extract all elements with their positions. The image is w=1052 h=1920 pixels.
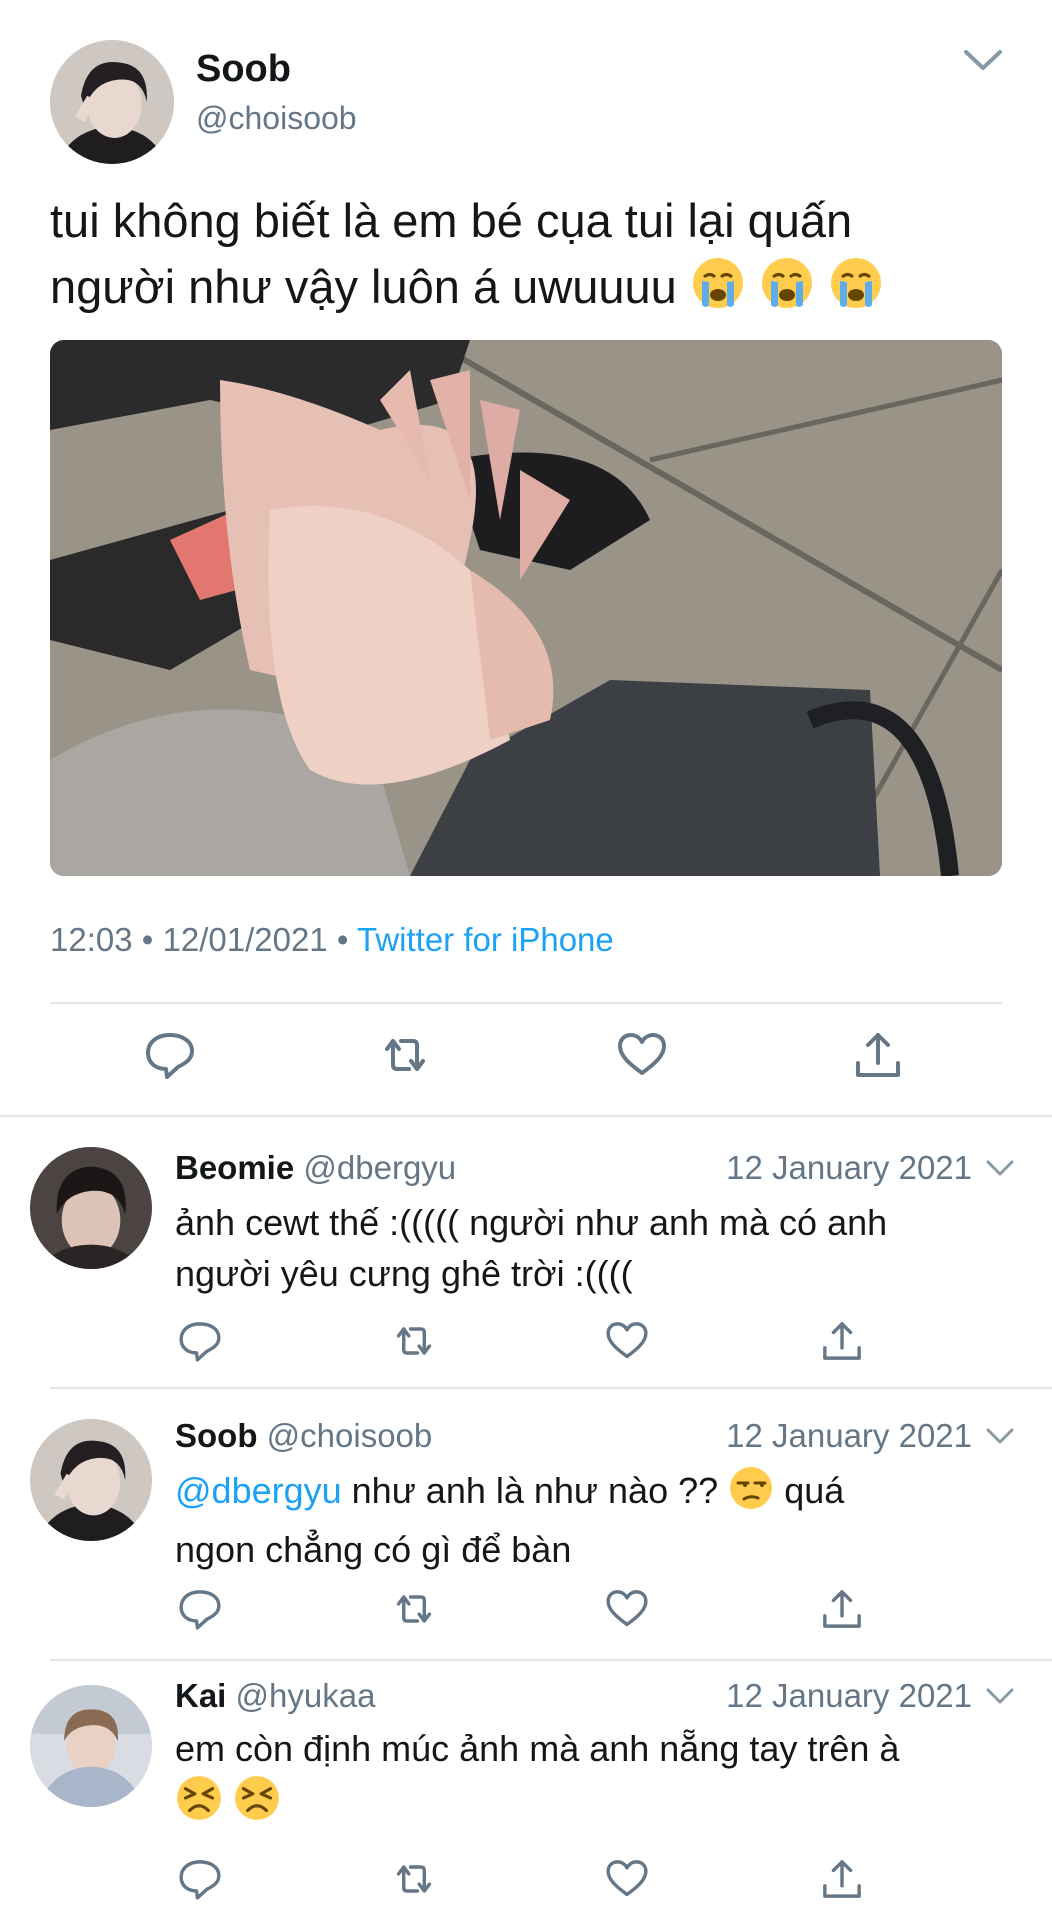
reply-icon[interactable] [176,1317,224,1365]
divider [50,1002,1002,1004]
reply-date: 12 January 2021 [726,1149,972,1186]
mention-link[interactable]: @dbergyu [175,1470,342,1511]
reply-text-line-1: @dbergyu như anh là như nào ?? quá [175,1465,1015,1524]
persevering-face-icon [175,1774,223,1835]
chevron-down-icon[interactable] [958,40,1008,80]
reply-text-line: em còn định múc ảnh mà anh nẵng tay trên… [175,1728,900,1769]
retweet-icon[interactable] [390,1317,438,1365]
loudly-crying-face-icon [690,255,746,328]
reply-icon[interactable] [176,1855,224,1903]
author-avatar[interactable] [50,40,174,164]
reply-author-name: Kai [175,1677,227,1714]
tweet-text-line: tui không biết là em bé cụa tui lại quấn [50,194,853,247]
reply-text-line: quá [784,1470,845,1511]
unamused-face-icon [728,1465,774,1524]
reply-text-line: ngon chẳng có gì để bàn [175,1529,572,1570]
reply-text-line: ảnh cewt thế :((((( người như anh mà có … [175,1202,888,1243]
chevron-down-icon[interactable] [982,1421,1018,1451]
share-icon[interactable] [818,1585,866,1633]
reply-icon[interactable] [142,1027,198,1083]
avatar[interactable] [30,1685,152,1807]
reply-tweet[interactable]: Kai @hyukaa 12 January 2021 em còn định … [0,1661,1052,1920]
avatar[interactable] [30,1147,152,1269]
reply-author[interactable]: Kai @hyukaa [175,1677,375,1715]
main-tweet: Soob @choisoob tui không biết là em bé c… [0,0,1052,1117]
loudly-crying-face-icon [759,255,815,328]
retweet-icon[interactable] [390,1585,438,1633]
tweet-time: 12:03 [50,921,133,958]
share-icon[interactable] [850,1027,906,1083]
reply-author-name: Soob [175,1417,258,1454]
reply-tweet[interactable]: Soob @choisoob 12 January 2021 @dbergyu … [0,1389,1052,1659]
reply-text: em còn định múc ảnh mà anh nẵng tay trên… [175,1723,1015,1835]
reply-date: 12 January 2021 [726,1417,972,1454]
reply-text-line: người yêu cưng ghê trời :(((( [175,1253,633,1294]
reply-author[interactable]: Beomie @dbergyu [175,1149,456,1187]
tweet-text-line: người như vậy luôn á uwuuuu [50,260,677,313]
retweet-icon[interactable] [377,1027,433,1083]
tweet-text: tui không biết là em bé cụa tui lại quấn… [50,188,1010,328]
reply-text-line: như anh là như nào ?? [351,1470,719,1511]
chevron-down-icon[interactable] [982,1153,1018,1183]
reply-emoji-line [175,1774,1015,1835]
reply-text: ảnh cewt thế :((((( người như anh mà có … [175,1197,1015,1299]
author-handle[interactable]: @choisoob [196,100,357,137]
like-icon[interactable] [603,1317,651,1365]
like-icon[interactable] [614,1027,670,1083]
retweet-icon[interactable] [390,1855,438,1903]
tweet-meta: 12:03 • 12/01/2021 • Twitter for iPhone [50,921,614,959]
reply-text: @dbergyu như anh là như nào ?? quá ngon … [175,1465,1015,1575]
reply-author-handle: @hyukaa [235,1677,376,1714]
like-icon[interactable] [603,1855,651,1903]
reply-author[interactable]: Soob @choisoob [175,1417,432,1455]
avatar[interactable] [30,1419,152,1541]
tweet-date: 12/01/2021 [162,921,328,958]
separator: • [141,921,154,958]
reply-tweet[interactable]: Beomie @dbergyu 12 January 2021 ảnh cewt… [0,1117,1052,1387]
reply-date: 12 January 2021 [726,1677,972,1714]
loudly-crying-face-icon [828,255,884,328]
tweet-photo[interactable] [50,340,1002,876]
share-icon[interactable] [818,1317,866,1365]
separator: • [336,921,349,958]
reply-author-handle: @choisoob [266,1417,433,1454]
tweet-text-line-2: người như vậy luôn á uwuuuu [50,254,1010,328]
reply-icon[interactable] [176,1585,224,1633]
like-icon[interactable] [603,1585,651,1633]
chevron-down-icon[interactable] [982,1681,1018,1711]
share-icon[interactable] [818,1855,866,1903]
tweet-source-link[interactable]: Twitter for iPhone [357,921,614,958]
reply-author-handle: @dbergyu [303,1149,457,1186]
persevering-face-icon [233,1774,281,1835]
author-name[interactable]: Soob [196,48,291,91]
reply-author-name: Beomie [175,1149,295,1186]
